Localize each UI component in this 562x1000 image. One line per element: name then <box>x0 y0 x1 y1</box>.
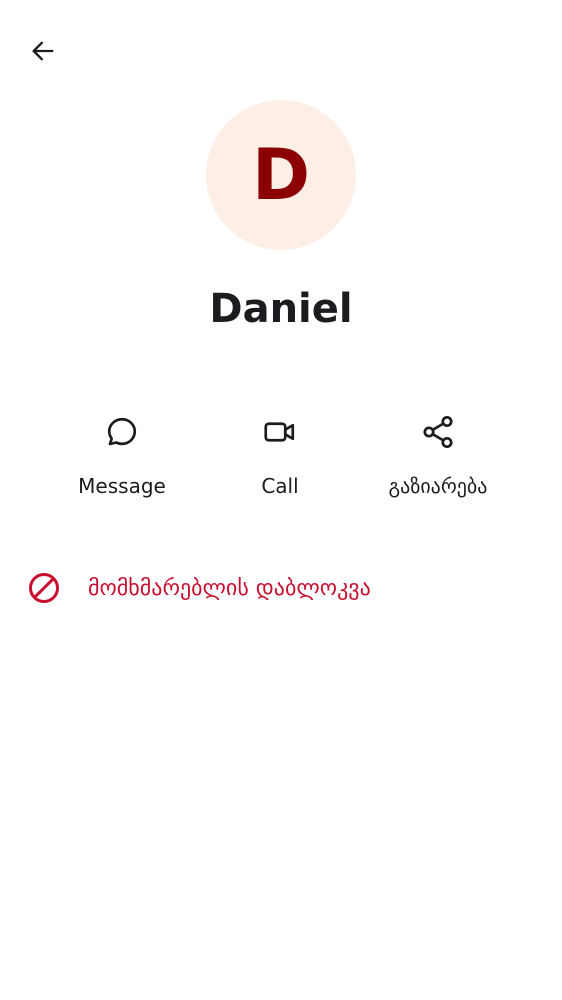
avatar-initial: D <box>251 134 311 216</box>
message-button[interactable]: Message <box>42 410 202 498</box>
video-camera-icon <box>260 410 300 454</box>
block-user-label: მომხმარებლის დაბლოკვა <box>88 575 371 601</box>
block-user-button[interactable]: მომხმარებლის დაბლოკვა <box>24 562 371 614</box>
share-button[interactable]: გაზიარება <box>358 410 518 498</box>
arrow-left-icon <box>32 41 54 61</box>
action-row: Message Call გაზიარება <box>0 410 562 510</box>
avatar: D <box>206 100 356 250</box>
share-icon <box>418 410 458 454</box>
back-button[interactable] <box>22 30 64 72</box>
call-button[interactable]: Call <box>200 410 360 498</box>
block-icon <box>24 568 64 608</box>
call-label: Call <box>261 474 299 498</box>
contact-details-screen: D Daniel Message Call გაზიარება მომხმარე… <box>0 0 562 1000</box>
contact-name: Daniel <box>209 286 353 332</box>
chat-bubble-icon <box>102 410 142 454</box>
message-label: Message <box>78 474 166 498</box>
share-label: გაზიარება <box>388 474 488 498</box>
